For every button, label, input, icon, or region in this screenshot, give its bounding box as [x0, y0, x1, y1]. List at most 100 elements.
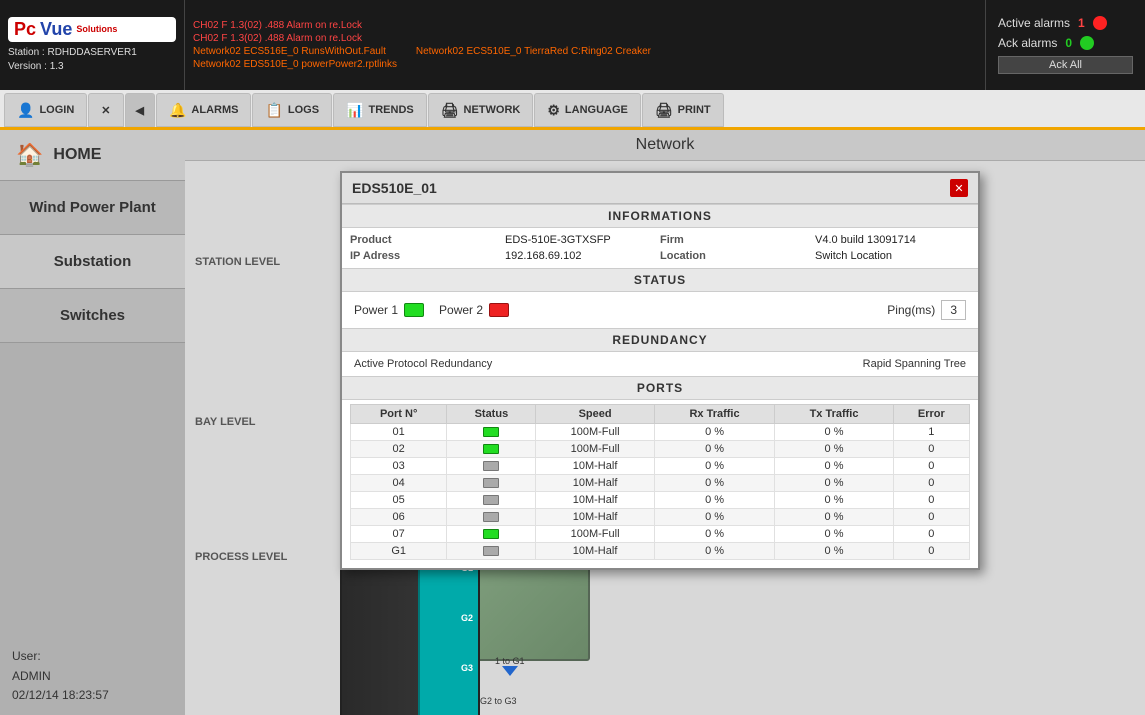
firm-label: Firm [660, 234, 815, 246]
station-level-label: STATION LEVEL [195, 256, 280, 268]
station-info: Station : RDHDDASERVER1 Version : 1.3 [8, 46, 176, 74]
version-label: Version : 1.3 [8, 60, 176, 74]
home-label: HOME [53, 146, 101, 164]
port-status-cell [447, 475, 536, 492]
ports-table: Port N° Status Speed Rx Traffic Tx Traff… [350, 404, 970, 560]
logo-pc-text: Pc [14, 19, 36, 40]
printer-icon: 🖨 [655, 102, 673, 119]
gear-icon: ⚙ [547, 102, 560, 119]
port-status-led [483, 529, 499, 539]
print-button[interactable]: 🖨 PRINT [642, 93, 724, 127]
col-error: Error [893, 405, 969, 424]
protocol-label: Active Protocol Redundancy [354, 358, 492, 370]
firm-value: V4.0 build 13091714 [815, 234, 970, 246]
port-number: 05 [351, 492, 447, 509]
popup-title: EDS510E_01 [352, 180, 437, 196]
back-button[interactable]: ◀ [125, 93, 155, 127]
port-speed: 100M-Full [536, 424, 654, 441]
ticker-line-1: CH02 F 1.3(02) .488 Alarm on re.Lock [193, 20, 977, 31]
port-rx: 0 % [654, 441, 775, 458]
network-button[interactable]: 🖨 NETWORK [428, 93, 534, 127]
alarm-ticker: CH02 F 1.3(02) .488 Alarm on re.Lock CH0… [185, 0, 985, 90]
port-number: 02 [351, 441, 447, 458]
port-status-cell [447, 492, 536, 509]
content-area: Network STATION LEVEL BAY LEVEL PROCESS … [185, 130, 1145, 715]
port-rx: 0 % [654, 475, 775, 492]
port-status-cell [447, 424, 536, 441]
ping-box: Ping(ms) 3 [887, 300, 966, 320]
port-number: 04 [351, 475, 447, 492]
product-label: Product [350, 234, 505, 246]
port-status-cell [447, 526, 536, 543]
trends-label: TRENDS [369, 104, 414, 116]
port-tx: 0 % [775, 458, 893, 475]
port-speed: 100M-Full [536, 526, 654, 543]
ports-header: PORTS [342, 376, 978, 400]
language-button[interactable]: ⚙ LANGUAGE [534, 93, 641, 127]
top-bar: PcVue Solutions Station : RDHDDASERVER1 … [0, 0, 1145, 90]
switches-button[interactable]: Switches [0, 289, 185, 343]
alarms-button[interactable]: 🔔 ALARMS [156, 93, 252, 127]
port-error: 0 [893, 441, 969, 458]
port-rx: 0 % [654, 458, 775, 475]
logs-label: LOGS [288, 104, 319, 116]
back-arrow-icon: ◀ [136, 104, 144, 117]
ack-alarms-dot [1080, 36, 1094, 50]
port-rx: 0 % [654, 543, 775, 560]
table-row: 04 10M-Half 0 % 0 % 0 [351, 475, 970, 492]
arrow-down-icon-1 [502, 666, 518, 676]
redundancy-row: Active Protocol Redundancy Rapid Spannin… [342, 352, 978, 376]
port-tx: 0 % [775, 475, 893, 492]
trends-button[interactable]: 📊 TRENDS [333, 93, 427, 127]
logo-solutions-text: Solutions [76, 24, 117, 34]
port-status-led [483, 461, 499, 471]
location-label: Location [660, 250, 815, 262]
location-value: Switch Location [815, 250, 970, 262]
logo-vue-text: Vue [40, 19, 72, 40]
popup-close-button[interactable]: ✕ [950, 179, 968, 197]
product-value: EDS-510E-3GTXSFP [505, 234, 660, 246]
port-status-led [483, 478, 499, 488]
power2-label: Power 2 [439, 303, 483, 317]
port-tx: 0 % [775, 543, 893, 560]
port-number: 03 [351, 458, 447, 475]
port-error: 1 [893, 424, 969, 441]
logo-box: PcVue Solutions [8, 17, 176, 42]
port-tx: 0 % [775, 509, 893, 526]
popup-title-bar: EDS510E_01 ✕ [342, 173, 978, 204]
ticker-line-5: Network02 EDS510E_0 powerPower2.rptlinks [193, 59, 977, 70]
process-level-label: PROCESS LEVEL [195, 551, 287, 563]
port-status-led [483, 546, 499, 556]
home-button[interactable]: 🏠 HOME [0, 130, 185, 181]
ack-all-button[interactable]: Ack All [998, 56, 1133, 74]
ticker-line-2: CH02 F 1.3(02) .488 Alarm on re.Lock [193, 33, 977, 44]
protocol-value: Rapid Spanning Tree [863, 358, 966, 370]
port-status-led [483, 444, 499, 454]
informations-header: INFORMATIONS [342, 204, 978, 228]
port-rx: 0 % [654, 492, 775, 509]
user-info: User: ADMIN 02/12/14 18:23:57 [0, 637, 185, 715]
logs-button[interactable]: 📋 LOGS [252, 93, 332, 127]
wind-power-plant-label: Wind Power Plant [29, 199, 156, 216]
substation-button[interactable]: Substation [0, 235, 185, 289]
info-grid: Product EDS-510E-3GTXSFP Firm V4.0 build… [342, 228, 978, 268]
close-button[interactable]: ✕ [88, 93, 123, 127]
wind-power-plant-button[interactable]: Wind Power Plant [0, 181, 185, 235]
bay-level-label: BAY LEVEL [195, 416, 256, 428]
ping-label: Ping(ms) [887, 303, 935, 317]
table-row: 02 100M-Full 0 % 0 % 0 [351, 441, 970, 458]
port-status-cell [447, 441, 536, 458]
status-header: STATUS [342, 268, 978, 292]
port-status-cell [447, 458, 536, 475]
port-tx: 0 % [775, 526, 893, 543]
arrow-label-2: G2 to G3 [480, 696, 517, 706]
port-error: 0 [893, 492, 969, 509]
user-name: ADMIN [12, 667, 173, 686]
arrow-label-1: 1 to G1 [495, 656, 525, 676]
ticker-line-3: Network02 ECS516E_0 RunsWithOut.Fault [193, 46, 386, 57]
datetime: 02/12/14 18:23:57 [12, 686, 173, 705]
alarm-panel: Active alarms 1 Ack alarms 0 Ack All [985, 0, 1145, 90]
col-status: Status [447, 405, 536, 424]
port-speed: 10M-Half [536, 509, 654, 526]
login-button[interactable]: 👤 LOGIN [4, 93, 87, 127]
